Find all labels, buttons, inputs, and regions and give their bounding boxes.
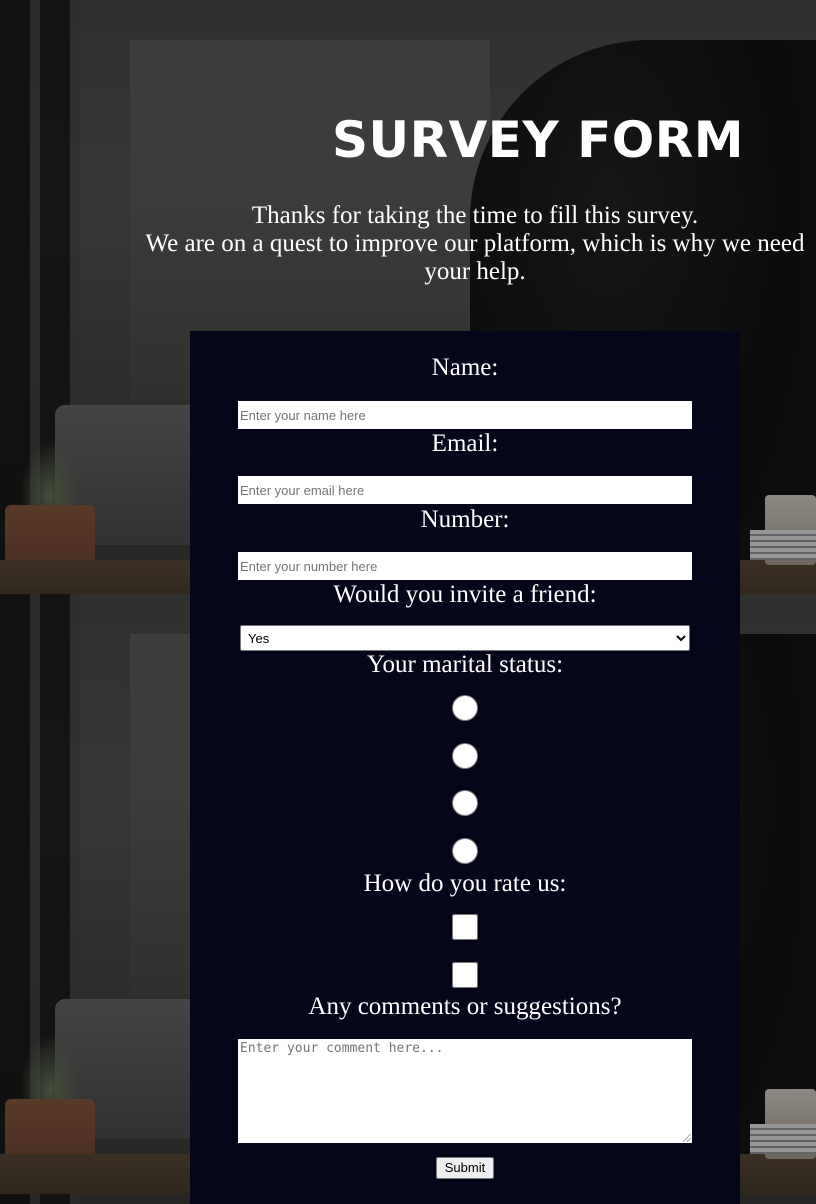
submit-button[interactable]: Submit (436, 1157, 494, 1179)
rating-checkbox-1[interactable] (452, 914, 478, 940)
marital-radio-3[interactable] (452, 790, 478, 816)
email-input[interactable] (238, 476, 692, 504)
name-input[interactable] (238, 401, 692, 429)
name-label: Name: (431, 354, 499, 381)
intro-text: Thanks for taking the time to fill this … (134, 202, 816, 286)
intro-line-2: We are on a quest to improve our platfor… (145, 230, 805, 285)
invite-select[interactable]: Yes (240, 625, 690, 651)
rating-checkbox-2[interactable] (452, 962, 478, 988)
resize-grip-icon[interactable] (683, 1134, 691, 1142)
comments-textarea[interactable] (238, 1039, 692, 1143)
survey-form: Name: Email: Number: Would you invite a … (190, 331, 740, 1204)
email-label: Email: (431, 430, 499, 457)
invite-label: Would you invite a friend: (333, 581, 597, 608)
rating-label: How do you rate us: (363, 870, 567, 897)
marital-radio-1[interactable] (452, 695, 478, 721)
marital-label: Your marital status: (366, 651, 564, 678)
page-title: SURVEY FORM (332, 111, 744, 169)
marital-radio-2[interactable] (452, 743, 478, 769)
number-input[interactable] (238, 552, 692, 580)
number-label: Number: (420, 506, 510, 533)
marital-radio-4[interactable] (452, 838, 478, 864)
comments-label: Any comments or suggestions? (308, 993, 622, 1020)
intro-line-1: Thanks for taking the time to fill this … (251, 202, 699, 229)
